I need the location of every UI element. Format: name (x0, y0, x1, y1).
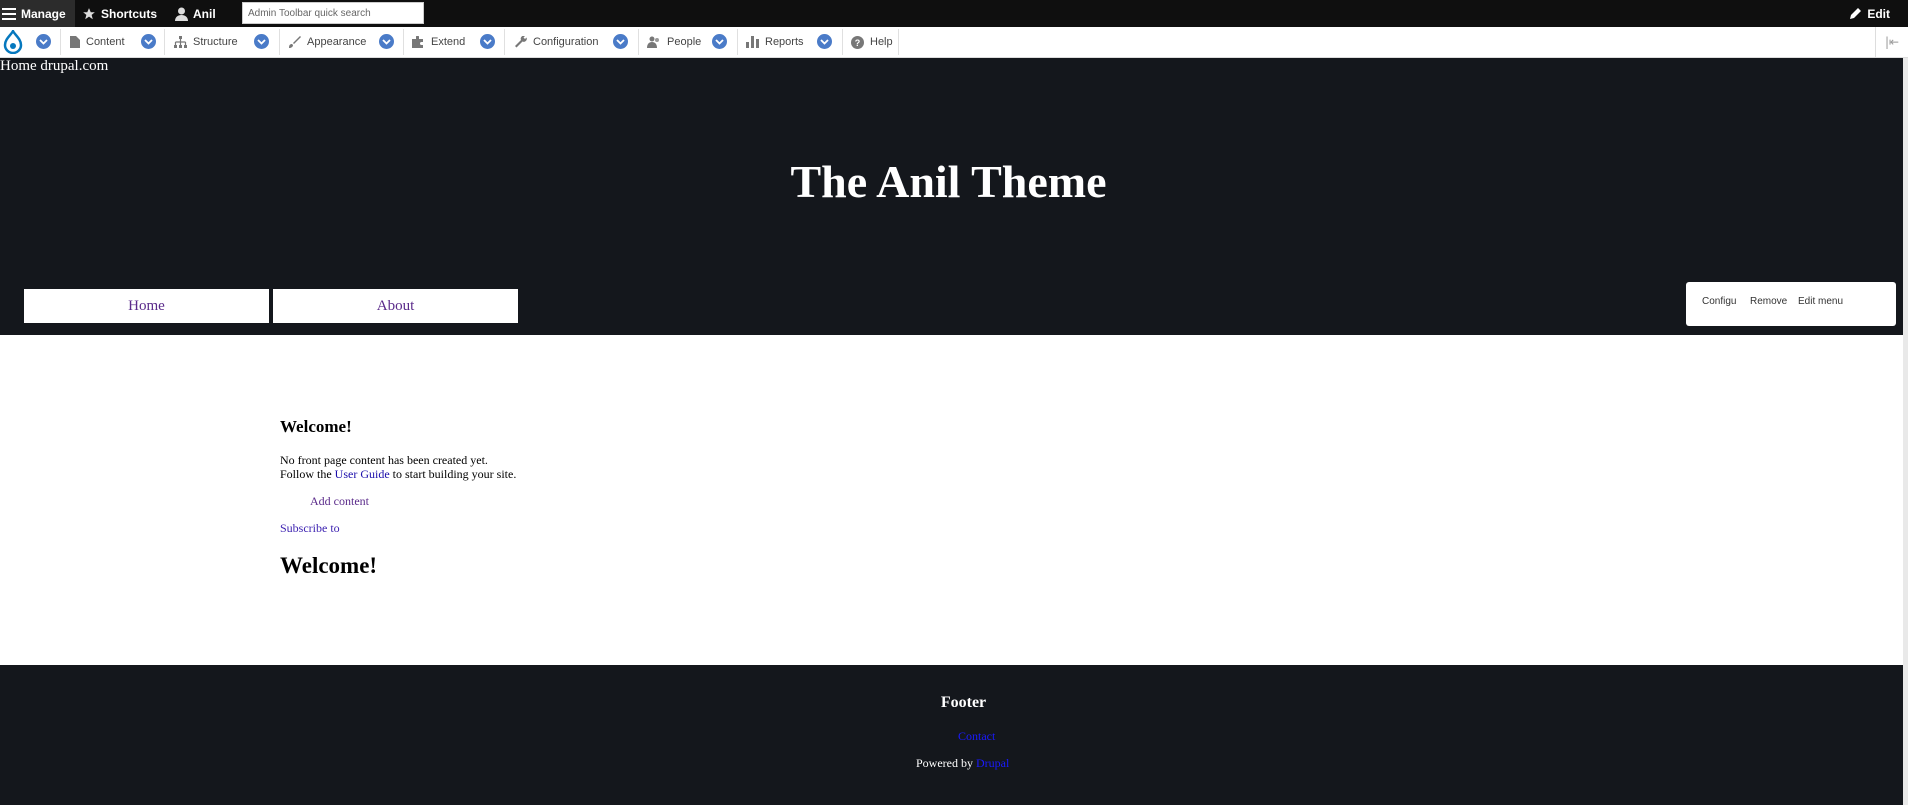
chevron-down-icon[interactable] (36, 34, 51, 49)
star-icon (83, 7, 95, 19)
bar-chart-icon (746, 36, 759, 48)
welcome-heading-large: Welcome! (280, 553, 378, 578)
user-label: Anil (193, 6, 216, 21)
puzzle-icon (412, 36, 423, 48)
tray-item-structure[interactable]: Structure (174, 27, 238, 57)
pencil-icon (1850, 8, 1862, 19)
site-header: Home drupal.com The Anil Theme Home Abou… (0, 58, 1903, 335)
footer-title: Footer (940, 694, 987, 711)
divider (403, 29, 404, 55)
admin-tray: Content Structure Appearance Extend Conf… (0, 27, 1908, 58)
tray-orientation-toggle[interactable]: |⇤ (1875, 27, 1908, 57)
collapse-icon: |⇤ (1884, 35, 1900, 49)
user-guide-text: Follow the User Guide to start building … (280, 467, 516, 482)
welcome-heading: Welcome! (280, 417, 352, 436)
paintbrush-icon (289, 36, 301, 48)
manage-label: Manage (21, 6, 66, 21)
chevron-down-icon[interactable] (254, 34, 269, 49)
chevron-down-icon[interactable] (141, 34, 156, 49)
remove-block-link[interactable]: Remove (1750, 296, 1787, 307)
site-footer: Footer Contact Powered by Drupal (0, 665, 1903, 805)
divider (279, 29, 280, 55)
site-name[interactable]: The Anil Theme (0, 155, 1897, 208)
powered-by-label: Powered by (916, 756, 976, 770)
divider (164, 29, 165, 55)
chevron-down-icon[interactable] (379, 34, 394, 49)
tray-item-appearance[interactable]: Appearance (288, 27, 366, 57)
tray-item-people[interactable]: People (647, 27, 701, 57)
file-icon (70, 36, 80, 48)
nav-about-link[interactable]: About (273, 289, 518, 323)
drupal-home-link[interactable] (3, 27, 29, 57)
scrollbar[interactable] (1903, 58, 1908, 805)
shortcuts-tab[interactable]: Shortcuts (82, 0, 157, 27)
divider (60, 29, 61, 55)
tray-item-label: Structure (193, 36, 238, 48)
tray-item-label: People (667, 36, 702, 48)
divider (898, 29, 899, 55)
tray-item-extend[interactable]: Extend (412, 27, 465, 57)
nav-home-link[interactable]: Home (24, 289, 269, 323)
divider (504, 29, 505, 55)
text-fragment: to start building your site. (389, 467, 517, 481)
admin-search-input[interactable] (242, 2, 424, 24)
shortcuts-label: Shortcuts (101, 6, 158, 21)
svg-text:?: ? (855, 38, 861, 48)
chevron-down-icon[interactable] (817, 34, 832, 49)
chevron-down-icon[interactable] (480, 34, 495, 49)
tray-item-label: Appearance (307, 36, 367, 48)
subscribe-link[interactable]: Subscribe to (280, 521, 340, 536)
edit-menu-link[interactable]: Edit menu (1798, 296, 1843, 307)
add-content-link[interactable]: Add content (310, 494, 369, 509)
tray-item-label: Extend (431, 36, 466, 48)
edit-button[interactable]: Edit (1849, 0, 1890, 27)
chevron-down-icon[interactable] (712, 34, 727, 49)
tray-item-reports[interactable]: Reports (746, 27, 804, 57)
drupal-drop-icon (3, 30, 23, 54)
tray-item-help[interactable]: ? Help (851, 27, 893, 57)
divider (737, 29, 738, 55)
tray-item-content[interactable]: Content (70, 27, 125, 57)
wrench-icon (515, 36, 527, 48)
user-icon (175, 7, 188, 21)
tray-item-configuration[interactable]: Configuration (514, 27, 598, 57)
user-tab[interactable]: Anil (175, 0, 216, 27)
tray-item-label: Help (870, 36, 893, 48)
people-icon (647, 36, 659, 48)
user-guide-link[interactable]: User Guide (335, 467, 390, 481)
structure-icon (174, 36, 187, 48)
chevron-down-icon[interactable] (613, 34, 628, 49)
tray-item-label: Configuration (533, 36, 599, 48)
tray-item-label: Content (86, 36, 125, 48)
divider (842, 29, 843, 55)
text-fragment: Follow the (280, 467, 335, 481)
question-icon: ? (851, 35, 864, 49)
powered-by-text: Powered by Drupal (916, 756, 1009, 771)
manage-tab[interactable]: Manage (0, 0, 75, 27)
configure-block-link[interactable]: Configu (1702, 296, 1738, 307)
divider (638, 29, 639, 55)
edit-label: Edit (1867, 6, 1890, 21)
no-content-text: No front page content has been created y… (280, 453, 488, 467)
hamburger-icon (2, 7, 16, 20)
contextual-links-menu: Configu Remove Edit menu (1686, 282, 1896, 326)
site-logo-link[interactable]: Home drupal.com (0, 58, 108, 75)
contact-link[interactable]: Contact (958, 729, 995, 744)
tray-item-label: Reports (765, 36, 804, 48)
admin-toolbar: Manage Shortcuts Anil Edit (0, 0, 1908, 27)
drupal-link[interactable]: Drupal (976, 756, 1009, 770)
